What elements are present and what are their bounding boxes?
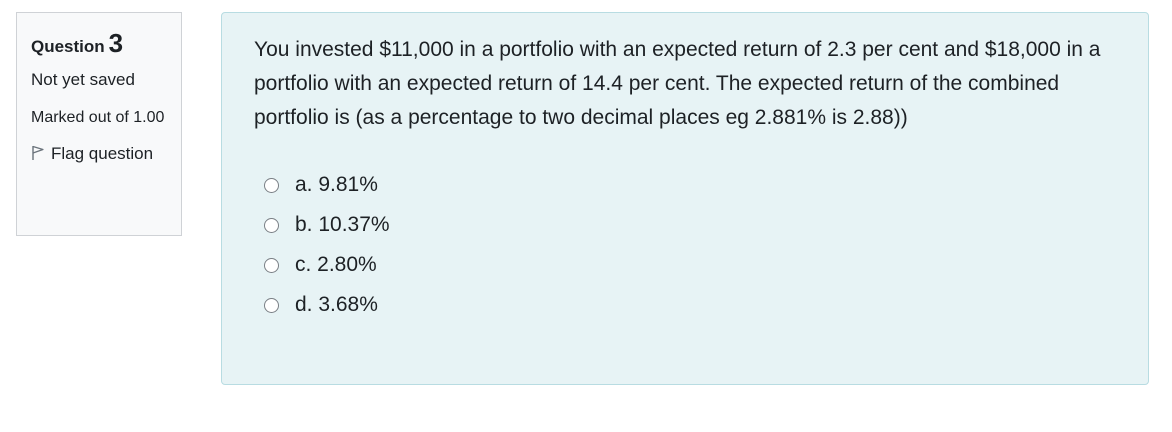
answer-option-d[interactable]: d. 3.68% xyxy=(264,285,1116,325)
radio-button[interactable] xyxy=(264,177,279,193)
answer-label: c. 2.80% xyxy=(295,253,377,276)
answer-option-a[interactable]: a. 9.81% xyxy=(264,165,1116,205)
answer-option-c[interactable]: c. 2.80% xyxy=(264,245,1116,285)
question-state: Not yet saved xyxy=(31,70,135,89)
question-info-panel: Question 3 Not yet saved Marked out of 1.… xyxy=(16,12,182,236)
answer-option-b[interactable]: b. 10.37% xyxy=(264,205,1116,245)
flag-outline-icon xyxy=(32,145,44,160)
answer-label: b. 10.37% xyxy=(295,213,390,236)
answer-label: d. 3.68% xyxy=(295,293,378,316)
question-content-panel: You invested $11,000 in a portfolio with… xyxy=(221,12,1149,385)
answer-list: a. 9.81% b. 10.37% c. 2.80% d. 3.68% xyxy=(264,165,1116,325)
flag-question-link[interactable]: Flag question xyxy=(31,141,167,167)
question-grade: Marked out of 1.00 xyxy=(31,109,165,126)
radio-button[interactable] xyxy=(264,217,279,233)
question-label: Question xyxy=(31,37,105,56)
radio-button[interactable] xyxy=(264,297,279,313)
answer-label: a. 9.81% xyxy=(295,173,378,196)
question-heading: Question 3 xyxy=(31,29,167,61)
question-text: You invested $11,000 in a portfolio with… xyxy=(254,38,1101,129)
radio-button[interactable] xyxy=(264,257,279,273)
question-number: 3 xyxy=(108,28,124,58)
flag-question-label: Flag question xyxy=(51,144,154,163)
